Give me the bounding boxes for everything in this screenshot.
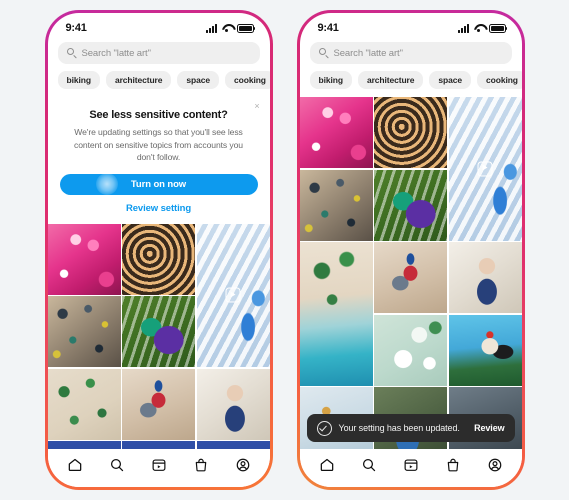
dancer-photo[interactable]: [374, 242, 447, 313]
reels-icon[interactable]: [403, 457, 419, 473]
battery-icon: [236, 23, 255, 33]
toast-review-button[interactable]: Review: [474, 423, 505, 433]
chip-biking[interactable]: biking: [57, 71, 100, 89]
wifi-icon: [473, 24, 485, 33]
blue-strip-photo[interactable]: [196, 441, 270, 449]
phone-mockup-right: 9:41 Search "latte art" biking architect…: [296, 10, 525, 490]
sensitive-content-card: × See less sensitive content? We're upda…: [47, 97, 270, 224]
category-chips: biking architecture space cooking fash: [48, 71, 270, 97]
toast-message: Your setting has been updated.: [338, 423, 460, 433]
bottom-tab-bar-right: [299, 449, 522, 487]
status-icons: [205, 23, 255, 33]
explore-content-left: × See less sensitive content? We're upda…: [47, 97, 270, 449]
search-icon: [318, 48, 329, 58]
couple-on-grass-photo[interactable]: [374, 169, 447, 241]
signal-bars-icon: [457, 23, 469, 33]
search-area: Search "latte art": [48, 39, 270, 71]
reels-icon[interactable]: [151, 457, 167, 473]
review-setting-link[interactable]: Review setting: [60, 203, 258, 214]
chip-space[interactable]: space: [429, 71, 472, 89]
photo-grid-left: [47, 223, 270, 449]
woman-eating-photo[interactable]: [196, 368, 270, 440]
card-title: See less sensitive content?: [89, 109, 228, 121]
home-icon[interactable]: [319, 457, 335, 473]
turn-on-now-button[interactable]: Turn on now: [59, 173, 258, 195]
blue-strip-photo[interactable]: [47, 441, 121, 449]
reels-badge-icon: [477, 161, 493, 177]
photo-grid-right: [299, 97, 522, 449]
search-area: Search "latte art": [300, 39, 522, 71]
profile-icon[interactable]: [235, 457, 251, 473]
chip-architecture[interactable]: architecture: [105, 71, 172, 89]
search-input[interactable]: Search "latte art": [57, 42, 260, 64]
spiral-shadow-photo[interactable]: [374, 97, 447, 168]
chip-architecture[interactable]: architecture: [357, 71, 424, 89]
status-bar: 9:41: [48, 13, 270, 39]
dancer-photo[interactable]: [122, 368, 195, 440]
wifi-icon: [221, 24, 233, 33]
search-input[interactable]: Search "latte art": [309, 42, 512, 64]
chip-biking[interactable]: biking: [309, 71, 352, 89]
setting-updated-toast: Your setting has been updated. Review: [306, 414, 515, 442]
status-time: 9:41: [317, 22, 339, 34]
couple-on-grass-photo[interactable]: [122, 296, 195, 367]
screenshot-stage: 9:41 Search "latte art" biking architect…: [0, 0, 569, 500]
profile-icon[interactable]: [487, 457, 503, 473]
cosmetics-flatlay-photo[interactable]: [374, 314, 447, 386]
bird-photo[interactable]: [448, 314, 522, 386]
card-description: We're updating settings so that you'll s…: [74, 127, 243, 162]
search-icon: [66, 48, 77, 58]
phone-screen-left: 9:41 Search "latte art" biking architect…: [47, 13, 270, 487]
pink-toys-photo[interactable]: [47, 223, 121, 295]
search-placeholder: Search "latte art": [81, 47, 151, 59]
blue-strip-photo[interactable]: [122, 441, 195, 449]
beach-dots-photo[interactable]: [47, 296, 121, 367]
bottom-tab-bar-left: [47, 449, 270, 487]
pink-toys-photo[interactable]: [299, 97, 373, 168]
search-icon[interactable]: [109, 457, 125, 473]
shop-bag-icon[interactable]: [193, 457, 209, 473]
water-bottles-reel[interactable]: [448, 97, 522, 241]
phone-mockup-left: 9:41 Search "latte art" biking architect…: [44, 10, 273, 490]
phone-screen-right: 9:41 Search "latte art" biking architect…: [299, 13, 522, 487]
chip-cooking[interactable]: cooking: [225, 71, 270, 89]
status-bar: 9:41: [300, 13, 522, 39]
status-time: 9:41: [65, 22, 87, 34]
home-icon[interactable]: [67, 457, 83, 473]
palm-sea-photo[interactable]: [299, 242, 373, 386]
spiral-shadow-photo[interactable]: [122, 223, 195, 295]
battery-icon: [488, 23, 507, 33]
beach-dots-photo[interactable]: [299, 169, 373, 241]
palm-beach-photo[interactable]: [47, 368, 121, 440]
category-chips: biking architecture space cooking fash: [300, 71, 522, 97]
status-icons: [457, 23, 507, 33]
search-icon[interactable]: [361, 457, 377, 473]
chip-space[interactable]: space: [177, 71, 220, 89]
chip-cooking[interactable]: cooking: [477, 71, 522, 89]
close-icon[interactable]: ×: [253, 102, 262, 111]
shop-bag-icon[interactable]: [445, 457, 461, 473]
search-placeholder: Search "latte art": [333, 47, 403, 59]
reels-badge-icon: [225, 287, 241, 303]
signal-bars-icon: [205, 23, 217, 33]
tap-indicator: [95, 173, 118, 195]
turn-on-now-label: Turn on now: [130, 178, 187, 190]
check-circle-icon: [316, 420, 332, 436]
explore-content-right: Your setting has been updated. Review: [299, 97, 522, 449]
woman-eating-photo[interactable]: [448, 242, 522, 313]
water-bottles-reel[interactable]: [196, 223, 270, 367]
